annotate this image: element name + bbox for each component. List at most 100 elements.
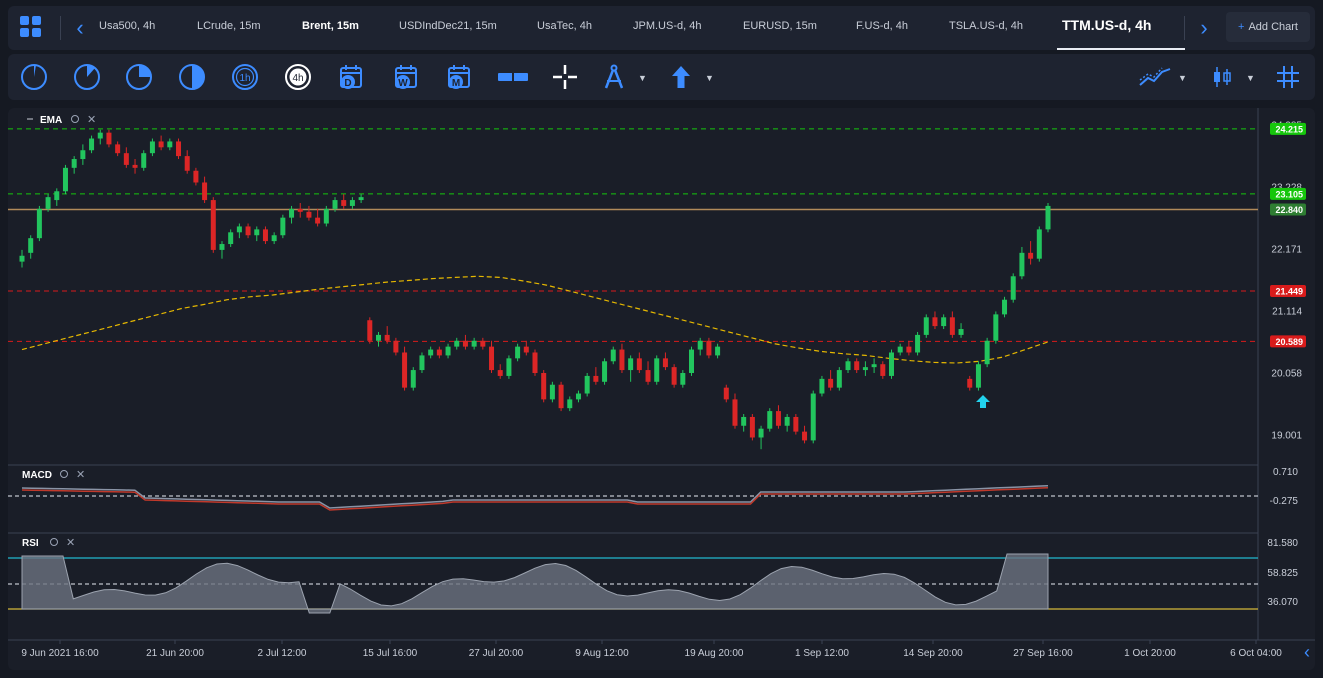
rsi-legend[interactable]: RSI ✕ — [22, 537, 75, 549]
candle-body — [262, 229, 268, 242]
candle-body — [193, 170, 199, 183]
tab-brent[interactable]: Brent, 15m — [302, 20, 359, 32]
15m-timeframe-icon[interactable] — [73, 63, 101, 91]
tab-jpm[interactable]: JPM.US-d, 4h — [633, 20, 701, 32]
monthly-calendar-icon[interactable]: M — [445, 63, 473, 91]
candle-body — [854, 361, 860, 371]
settings-icon[interactable] — [50, 538, 58, 546]
30m-timeframe-icon[interactable] — [125, 63, 153, 91]
trend-indicator-icon[interactable] — [1138, 63, 1172, 91]
candle-body — [45, 197, 51, 209]
time-axis-label: 27 Sep 16:00 — [1013, 648, 1073, 659]
tab-ttm[interactable]: TTM.US-d, 4h — [1062, 17, 1151, 33]
candle-body — [323, 208, 329, 224]
tab-lcrude[interactable]: LCrude, 15m — [197, 20, 261, 32]
price-axis-label: 19.001 — [1271, 430, 1302, 441]
candle-body — [19, 255, 25, 262]
price-axis: 24.28524.21523.22823.10522.84022.17121.4… — [1270, 121, 1306, 441]
macd-legend[interactable]: MACD ✕ — [22, 469, 85, 481]
candle-body — [636, 358, 642, 371]
candle-body — [593, 375, 599, 382]
time-axis-label: 9 Aug 12:00 — [575, 648, 629, 659]
candle-body — [532, 352, 538, 373]
candle-body — [176, 141, 182, 157]
tab-usa500[interactable]: Usa500, 4h — [99, 20, 155, 32]
candle-body — [167, 141, 173, 148]
daily-calendar-icon[interactable]: D — [337, 63, 365, 91]
2h-timeframe-icon[interactable] — [178, 63, 206, 91]
chevron-down-icon[interactable]: ▼ — [705, 73, 715, 83]
settings-icon[interactable] — [71, 115, 79, 123]
candle-body — [462, 340, 468, 347]
1m-timeframe-icon[interactable] — [20, 63, 48, 91]
price-badge-label: 20.589 — [1275, 337, 1303, 347]
4h-label: 4h — [292, 73, 303, 84]
candle-body — [775, 411, 781, 426]
settings-icon[interactable] — [60, 470, 68, 478]
candle-body — [28, 238, 34, 253]
tab-tsla[interactable]: TSLA.US-d, 4h — [949, 20, 1023, 32]
grid-icon[interactable] — [1274, 63, 1302, 91]
crosshair-icon[interactable] — [551, 63, 579, 91]
add-chart-button[interactable]: + Add Chart — [1226, 12, 1310, 42]
candle-body — [645, 370, 651, 382]
candle-body — [1002, 299, 1008, 315]
drawing-compass-icon[interactable] — [600, 63, 628, 91]
candle-body — [888, 352, 894, 376]
candle-body — [784, 416, 790, 426]
tabs-scroll-left-icon[interactable]: ‹ — [70, 16, 90, 40]
tab-f[interactable]: F.US-d, 4h — [856, 20, 908, 32]
horizontal-line-icon[interactable] — [496, 63, 530, 91]
active-tab-indicator — [1057, 48, 1185, 50]
candle-body — [1045, 205, 1051, 230]
candle-body — [758, 428, 764, 438]
time-axis-label: 6 Oct 04:00 — [1230, 648, 1282, 659]
divider — [1184, 16, 1185, 40]
candle-body — [62, 167, 68, 192]
candle-body — [810, 393, 816, 441]
chevron-left-icon[interactable]: ‹ — [1304, 642, 1310, 663]
candle-body — [845, 361, 851, 371]
candle-body — [967, 378, 973, 388]
candle-body — [358, 197, 364, 201]
candle-body — [906, 346, 912, 353]
chevron-down-icon[interactable]: ▼ — [638, 73, 648, 83]
ema-label: EMA — [40, 115, 62, 126]
weekly-calendar-icon[interactable]: W — [392, 63, 420, 91]
tab-usdind[interactable]: USDIndDec21, 15m — [399, 20, 497, 32]
candle-body — [680, 373, 686, 385]
candle-body — [341, 200, 347, 206]
4h-timeframe-icon[interactable]: 4h — [284, 63, 312, 91]
tabs-scroll-right-icon[interactable]: › — [1194, 16, 1214, 40]
candle-body — [749, 416, 755, 438]
layout-grid-icon[interactable] — [20, 16, 42, 38]
macd-axis-label: -0.275 — [1270, 496, 1299, 507]
close-icon[interactable]: ✕ — [87, 114, 96, 126]
rsi-axis-label: 58.825 — [1267, 568, 1298, 579]
time-axis-label: 1 Sep 12:00 — [795, 648, 849, 659]
price-chart[interactable]: 24.28524.21523.22823.10522.84022.17121.4… — [8, 108, 1315, 670]
1h-timeframe-icon[interactable]: 1h — [231, 63, 259, 91]
candle-body — [689, 349, 695, 373]
time-axis-label: 2 Jul 12:00 — [258, 648, 307, 659]
divider — [60, 16, 61, 40]
ema-legend[interactable]: EMA ✕ — [27, 114, 96, 126]
candle-body — [732, 399, 738, 426]
candle-body — [402, 352, 408, 388]
close-icon[interactable]: ✕ — [76, 469, 85, 481]
candle-body — [558, 384, 564, 409]
arrow-up-icon[interactable] — [667, 63, 695, 91]
candle-body — [254, 229, 260, 236]
candle-body — [1028, 252, 1034, 259]
chart-panel[interactable]: 24.28524.21523.22823.10522.84022.17121.4… — [8, 108, 1315, 670]
buy-signal-arrow-icon[interactable] — [976, 395, 990, 408]
tab-eurusd[interactable]: EURUSD, 15m — [743, 20, 817, 32]
candle-body — [523, 346, 529, 353]
tab-usatec[interactable]: UsaTec, 4h — [537, 20, 592, 32]
candle-body — [575, 393, 581, 400]
close-icon[interactable]: ✕ — [66, 537, 75, 549]
candlestick-type-icon[interactable] — [1208, 63, 1236, 91]
chevron-down-icon[interactable]: ▼ — [1246, 73, 1256, 83]
chevron-down-icon[interactable]: ▼ — [1178, 73, 1188, 83]
candlesticks — [19, 129, 1051, 450]
